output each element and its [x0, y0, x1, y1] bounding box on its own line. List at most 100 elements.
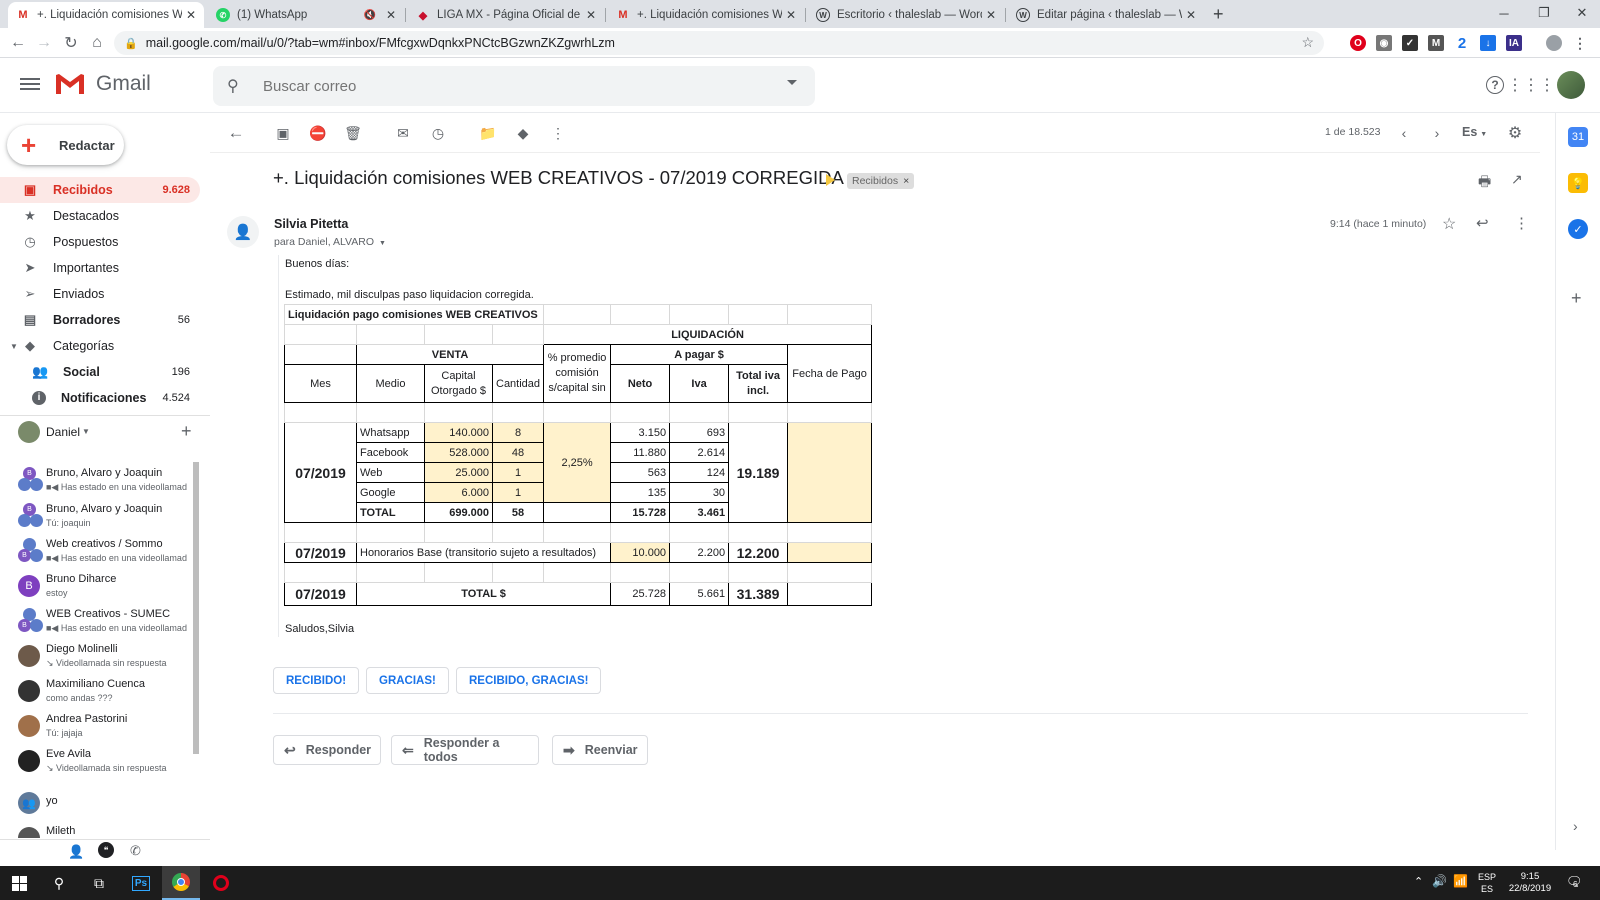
speaker-muted-icon[interactable]: 🔇 — [363, 10, 375, 21]
gmail-logo[interactable]: Gmail — [54, 72, 151, 96]
download-extension-icon[interactable]: ↓ — [1480, 35, 1496, 51]
task-extension-icon[interactable]: ✓ — [1402, 35, 1418, 51]
input-language[interactable]: ESP ES — [1478, 871, 1496, 895]
close-icon[interactable]: ✕ — [1186, 8, 1196, 22]
tab-gmail-active[interactable]: M +. Liquidación comisiones WEB C ✕ — [8, 2, 204, 28]
hangout-item[interactable]: Maximiliano Cuenca como andas ??? — [18, 678, 196, 713]
label-icon[interactable]: ◆ — [512, 122, 534, 144]
tab-ligamx[interactable]: ◆ LIGA MX - Página Oficial de la Lig ✕ — [408, 2, 604, 28]
search-icon[interactable]: ⚲ — [40, 866, 78, 900]
snooze-icon[interactable]: ◷ — [427, 122, 449, 144]
star-icon[interactable]: ☆ — [1442, 214, 1456, 234]
forward-arrow-icon[interactable]: → — [33, 32, 55, 54]
delete-icon[interactable]: 🗑 — [342, 122, 364, 144]
importance-marker-icon[interactable] — [826, 174, 835, 186]
window-close-button[interactable]: ✕ — [1562, 0, 1600, 26]
back-arrow-icon[interactable]: ← — [7, 32, 29, 54]
nav-item-drafts[interactable]: ▤ Borradores 56 — [0, 307, 200, 333]
hangout-item[interactable]: B WEB Creativos - SUMEC ■◀ Has estado en… — [18, 608, 196, 643]
tasks-icon[interactable]: ✓ — [1568, 219, 1588, 239]
forward-button[interactable]: ➡ Reenviar — [552, 735, 648, 765]
hangout-item[interactable]: 👥 yo — [18, 790, 196, 825]
tab-wordpress-escritorio[interactable]: W Escritorio ‹ thaleslab — WordPre ✕ — [808, 2, 1004, 28]
more-options-icon[interactable]: ⋮ — [547, 122, 569, 144]
smart-reply-recibido-gracias[interactable]: RECIBIDO, GRACIAS! — [456, 667, 602, 694]
hangout-item[interactable]: Eve Avila ↘ Videollamada sin respuesta — [18, 748, 196, 783]
sender-avatar[interactable]: 👤 — [227, 216, 259, 248]
tab-wordpress-editar[interactable]: W Editar página ‹ thaleslab — Word ✕ — [1008, 2, 1204, 28]
task-view-icon[interactable]: ⧉ — [80, 866, 118, 900]
add-chat-button[interactable]: + — [181, 421, 192, 442]
smart-reply-gracias[interactable]: GRACIAS! — [366, 667, 449, 694]
minimize-button[interactable]: ─ — [1484, 0, 1524, 26]
smart-reply-recibido[interactable]: RECIBIDO! — [273, 667, 360, 694]
calendar-icon[interactable]: 31 — [1568, 127, 1588, 147]
volume-icon[interactable]: 🔊 — [1432, 874, 1447, 888]
photoshop-app-icon[interactable]: Ps — [122, 866, 160, 900]
bookmark-star-icon[interactable]: ☆ — [1301, 34, 1314, 51]
nav-item-categories[interactable]: ▼ ◆ Categorías — [0, 333, 200, 359]
close-icon[interactable]: ✕ — [786, 8, 796, 22]
close-icon[interactable]: ✕ — [186, 8, 196, 22]
tab-gmail[interactable]: M +. Liquidación comisiones WEB C ✕ — [608, 2, 804, 28]
nav-item-inbox[interactable]: ▣ Recibidos 9.628 — [0, 177, 200, 203]
gmail-extension-icon[interactable]: M — [1428, 35, 1444, 51]
hangout-item[interactable]: B Bruno, Alvaro y Joaquin ■◀ Has estado … — [18, 467, 196, 502]
hangout-item[interactable]: B Web creativos / Sommo ■◀ Has estado en… — [18, 538, 196, 573]
number-extension-icon[interactable]: 2 — [1454, 35, 1470, 52]
main-menu-icon[interactable] — [20, 75, 40, 95]
nav-item-social[interactable]: 👥 Social 196 — [0, 359, 200, 385]
caret-down-icon[interactable]: ▼ — [82, 427, 90, 436]
reply-button[interactable]: ↩ Responder — [273, 735, 381, 765]
nav-item-snoozed[interactable]: ◷ Pospuestos — [0, 229, 200, 255]
notification-center-icon[interactable]: 🗨 6 — [1566, 874, 1583, 890]
nav-item-important[interactable]: ➤ Importantes — [0, 255, 200, 281]
url-bar[interactable]: 🔒 mail.google.com/mail/u/0/?tab=wm#inbox… — [114, 31, 1324, 55]
search-options-icon[interactable] — [787, 80, 797, 85]
hangouts-icon[interactable]: ❝ — [98, 842, 114, 858]
reply-icon[interactable]: ↩ — [1476, 214, 1489, 232]
report-spam-icon[interactable]: ⛔ — [307, 122, 329, 144]
sender-name[interactable]: Silvia Pitetta — [274, 217, 348, 231]
phone-icon[interactable]: ✆ — [130, 843, 141, 859]
person-icon[interactable]: 👤 — [68, 844, 84, 860]
caret-down-icon[interactable]: ▼ — [10, 342, 18, 351]
reply-all-button[interactable]: ⇐ Responder a todos — [391, 735, 539, 765]
tab-whatsapp[interactable]: ✆ (1) WhatsApp 🔇 ✕ — [208, 2, 404, 28]
open-new-window-icon[interactable]: ↗ — [1511, 171, 1523, 188]
home-icon[interactable]: ⌂ — [86, 32, 108, 54]
network-icon[interactable]: 📶 — [1453, 874, 1468, 888]
apps-grid-icon[interactable]: ⋮⋮⋮ — [1507, 73, 1555, 97]
chrome-app-icon[interactable] — [162, 866, 200, 900]
restore-button[interactable]: ❐ — [1524, 0, 1564, 26]
chevron-right-icon[interactable]: › — [1426, 122, 1448, 144]
reload-icon[interactable]: ↻ — [60, 32, 82, 54]
more-options-icon[interactable]: ⋮ — [1514, 214, 1529, 232]
close-icon[interactable]: ✕ — [586, 8, 596, 22]
nav-item-starred[interactable]: ★ Destacados — [0, 203, 200, 229]
hangout-item[interactable]: B Bruno, Alvaro y Joaquin Tú: joaquin — [18, 503, 196, 538]
close-icon[interactable]: ✕ — [986, 8, 996, 22]
hangout-item[interactable]: Diego Molinelli ↘ Videollamada sin respu… — [18, 643, 196, 678]
system-clock[interactable]: 9:15 22/8/2019 — [1507, 871, 1553, 895]
settings-gear-icon[interactable]: ⚙ — [1504, 122, 1526, 144]
move-to-icon[interactable]: 📁 — [477, 122, 499, 144]
input-language-selector[interactable]: Es ▼ — [1462, 125, 1487, 139]
hangouts-user-header[interactable]: Daniel ▼ + — [18, 419, 210, 447]
windows-start-icon[interactable] — [0, 866, 38, 900]
compose-button[interactable]: + Redactar — [7, 125, 124, 165]
help-icon[interactable]: ? — [1483, 73, 1507, 97]
add-addon-button[interactable]: + — [1571, 288, 1582, 309]
close-icon[interactable]: ✕ — [386, 8, 396, 22]
back-arrow-icon[interactable]: ← — [225, 122, 247, 144]
chevron-up-icon[interactable]: ⌃ — [1414, 875, 1423, 888]
new-tab-button[interactable]: + — [1213, 4, 1224, 25]
nav-item-sent[interactable]: ➢ Enviados — [0, 281, 200, 307]
account-avatar[interactable] — [1557, 71, 1585, 99]
search-icon[interactable]: ⚲ — [227, 76, 251, 96]
keep-icon[interactable]: 💡 — [1568, 173, 1588, 193]
ia-extension-icon[interactable]: IA — [1506, 35, 1522, 51]
search-input[interactable] — [263, 77, 763, 95]
hangout-item[interactable]: Mileth — [18, 825, 196, 838]
print-icon[interactable]: 🖶 — [1478, 171, 1491, 195]
